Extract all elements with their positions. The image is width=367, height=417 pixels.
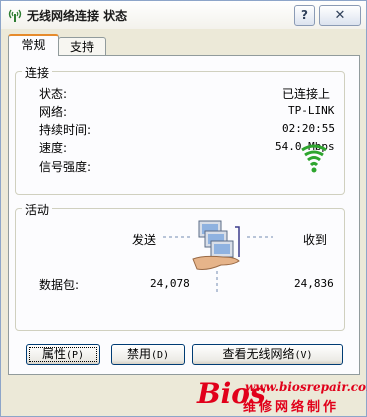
properties-button-label: 属性 <box>41 347 66 361</box>
properties-button[interactable]: 属性(P) <box>26 344 100 365</box>
disable-button-label: 禁用 <box>126 347 151 361</box>
view-wireless-networks-button[interactable]: 查看无线网络(V) <box>192 344 343 365</box>
window-title: 无线网络连接 状态 <box>27 9 128 23</box>
received-packets-value: 24,836 <box>294 277 334 290</box>
connection-legend: 连接 <box>22 64 53 81</box>
disable-button[interactable]: 禁用(D) <box>111 344 185 365</box>
activity-legend: 活动 <box>22 201 53 218</box>
network-value: TP-LINK <box>288 104 335 117</box>
help-button[interactable]: ? <box>294 5 315 26</box>
sent-packets-value: 24,078 <box>150 277 190 290</box>
duration-value: 02:20:55 <box>282 122 335 135</box>
title-bar[interactable]: 无线网络连接 状态 ? ✕ <box>1 1 366 29</box>
view-button-label: 查看无线网络 <box>222 347 295 361</box>
tab-support[interactable]: 支持 <box>58 37 106 57</box>
watermark-url: www.biosrepair.com <box>245 380 367 394</box>
status-value: 已连接上 <box>282 87 331 101</box>
received-label: 收到 <box>303 233 328 247</box>
tab-general[interactable]: 常规 <box>8 34 59 56</box>
disable-button-mnemonic: (D) <box>150 350 170 361</box>
wireless-network-icon <box>8 9 22 22</box>
duration-label: 持续时间: <box>39 123 92 137</box>
sent-label: 发送 <box>132 233 157 247</box>
status-window: 无线网络连接 状态 ? ✕ 支持 常规 连接 状态: 已连接上 网络: TP-L… <box>0 0 367 417</box>
properties-button-mnemonic: (P) <box>65 350 85 361</box>
view-button-mnemonic: (V) <box>294 350 313 361</box>
close-button[interactable]: ✕ <box>319 5 361 26</box>
status-label: 状态: <box>39 87 68 101</box>
packets-label: 数据包: <box>39 278 80 292</box>
signal-strength-label: 信号强度: <box>39 160 92 174</box>
network-label: 网络: <box>39 105 68 119</box>
speed-label: 速度: <box>39 141 68 155</box>
signal-strength-icon <box>301 144 327 173</box>
watermark-text: 维修网络制作 <box>243 400 340 415</box>
